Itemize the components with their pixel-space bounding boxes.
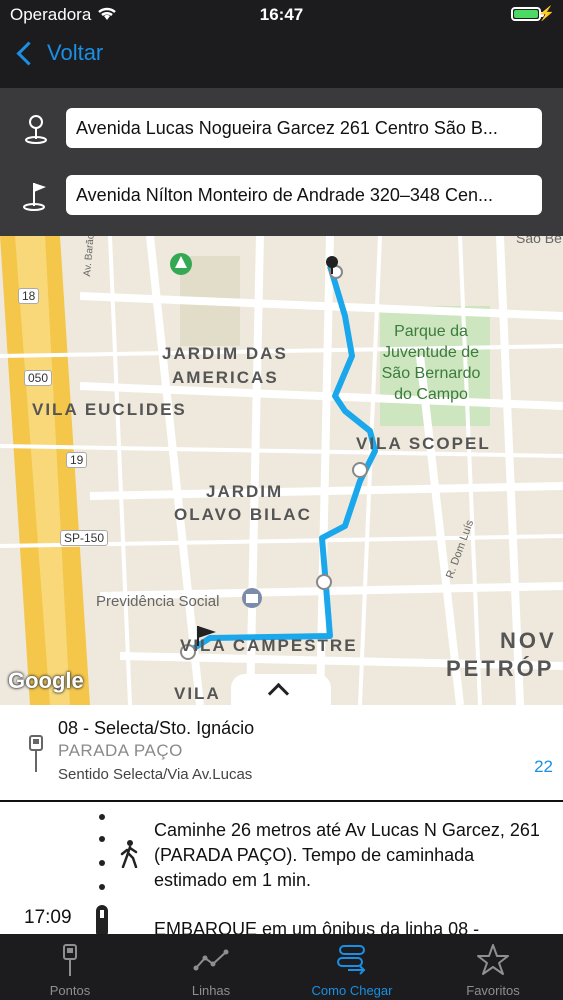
tab-linhas[interactable]: Linhas — [141, 934, 281, 1000]
park-label-line: do Campo — [394, 386, 468, 403]
walk-instruction: Caminhe 26 metros até Av Lucas N Garcez,… — [154, 820, 540, 890]
map-label: NOV — [500, 628, 557, 653]
bus-stop-icon — [63, 944, 77, 976]
board-time: 17:09 — [24, 907, 72, 928]
map-label: JARDIM DAS — [162, 344, 288, 363]
charging-icon: ⚡ — [537, 5, 555, 21]
government-marker-icon — [242, 588, 262, 608]
step-dot — [99, 860, 105, 866]
back-button[interactable]: Voltar — [14, 40, 103, 66]
bus-stop-marker-icon — [96, 905, 108, 934]
star-icon — [477, 944, 509, 975]
line-count: 22 — [534, 757, 553, 776]
map-label: OLAVO BILAC — [174, 505, 312, 524]
tab-label: Como Chegar — [311, 983, 393, 998]
line-name: 08 - Selecta/Sto. Ignácio — [58, 718, 255, 738]
step-dot — [99, 884, 105, 890]
navigation-bar: Voltar — [0, 30, 563, 88]
road-shield: 050 — [24, 370, 53, 386]
map-label: PETRÓP — [446, 656, 555, 681]
map-canvas — [0, 236, 563, 705]
park-label-line: São Bernardo — [381, 365, 481, 382]
map-label: AMERICAS — [172, 368, 279, 387]
origin-row — [0, 108, 563, 148]
battery-icon — [511, 7, 544, 21]
tab-bar: Pontos Linhas Como Chegar Favoritos — [0, 934, 563, 1000]
park-marker-icon — [170, 253, 192, 275]
destination-flag-icon — [23, 183, 46, 211]
map-label: São Be — [516, 236, 562, 246]
google-logo: Google — [8, 668, 84, 693]
road-shield: 18 — [18, 288, 40, 304]
step-dot — [99, 814, 105, 820]
map-label: VILA CAMPESTRE — [180, 636, 358, 655]
back-label: Voltar — [47, 40, 104, 65]
expand-panel-button[interactable] — [231, 674, 331, 705]
directions-steps[interactable]: Caminhe 26 metros até Av Lucas N Garcez,… — [0, 802, 563, 934]
step-dot — [99, 836, 105, 842]
map-label: VILA — [174, 684, 221, 703]
route-stop-marker — [316, 574, 332, 590]
tab-pontos[interactable]: Pontos — [0, 934, 140, 1000]
status-bar: Operadora 16:47 ⚡ — [0, 0, 563, 30]
directions-icon — [337, 945, 366, 975]
map-label: Previdência Social — [96, 593, 220, 610]
bus-line-card[interactable]: 08 - Selecta/Sto. Ignácio PARADA PAÇO Se… — [0, 705, 563, 802]
map-label: Parque da Juventude de São Bernardo do C… — [376, 321, 486, 405]
map-label: JARDIM — [206, 482, 284, 501]
board-instruction: EMBARQUE em um ônibus da linha 08 - — [154, 919, 480, 934]
map-view[interactable]: JARDIM DAS AMERICAS VILA EUCLIDES VILA S… — [0, 236, 563, 705]
line-direction: Sentido Selecta/Via Av.Lucas — [58, 766, 253, 783]
tab-label: Linhas — [191, 983, 231, 998]
route-panel — [0, 88, 563, 236]
bus-stop-icon — [29, 735, 43, 772]
stop-name: PARADA PAÇO — [58, 741, 183, 760]
tab-label: Pontos — [49, 983, 91, 998]
chevron-left-icon — [16, 40, 41, 66]
road-shield: 19 — [66, 452, 88, 468]
tab-favoritos[interactable]: Favoritos — [423, 934, 563, 1000]
clock: 16:47 — [259, 5, 304, 24]
walking-icon — [120, 840, 138, 868]
road-shield: SP-150 — [60, 530, 109, 546]
map-label: VILA SCOPEL — [356, 434, 491, 453]
map-label: VILA EUCLIDES — [32, 400, 187, 419]
park-label-line: Juventude de — [382, 344, 480, 361]
route-stop-marker — [352, 462, 368, 478]
lines-icon — [193, 949, 229, 971]
tab-como-chegar[interactable]: Como Chegar — [282, 934, 422, 1000]
destination-row — [0, 175, 563, 215]
destination-field[interactable] — [66, 175, 542, 215]
chevron-up-icon — [267, 682, 290, 705]
origin-pin-icon — [25, 115, 47, 144]
park-label-line: Parque da — [394, 323, 468, 340]
origin-field[interactable] — [66, 108, 542, 148]
tab-label: Favoritos — [466, 983, 520, 998]
